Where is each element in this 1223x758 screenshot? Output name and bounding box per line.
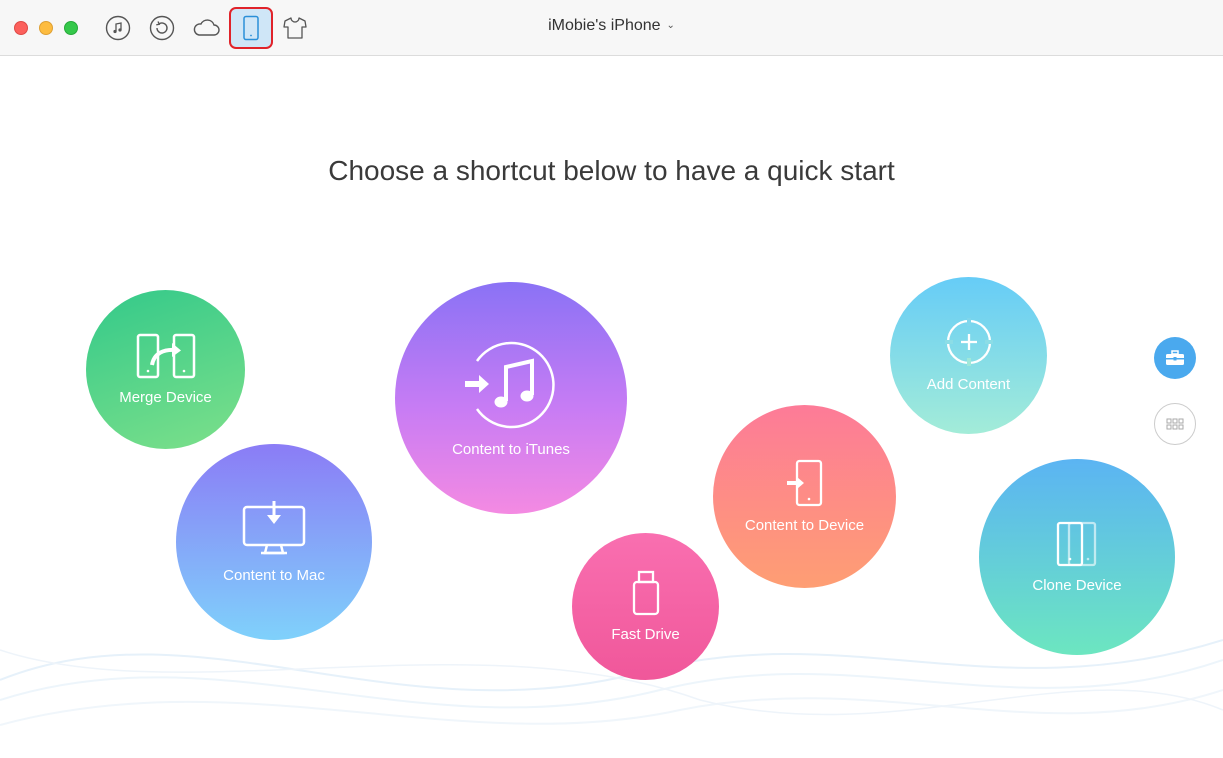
content-to-itunes-icon xyxy=(465,341,555,428)
content-to-itunes-shortcut[interactable]: Content to iTunes xyxy=(395,282,627,514)
shortcut-label: Clone Device xyxy=(1032,576,1122,594)
fast-drive-shortcut[interactable]: Fast Drive xyxy=(572,533,719,680)
shortcut-label: Add Content xyxy=(926,376,1011,393)
shortcut-label: Content to Mac xyxy=(223,566,325,584)
content-to-mac-shortcut[interactable]: Content to Mac xyxy=(176,444,372,640)
fast-drive-icon xyxy=(632,570,659,616)
toolkit-button[interactable] xyxy=(1154,337,1196,379)
app-window: iMobie's iPhone ⌄ Choose a shortcut below… xyxy=(0,0,1223,758)
merge-device-shortcut[interactable]: Merge Device xyxy=(86,290,245,449)
title-bar: iMobie's iPhone ⌄ xyxy=(0,0,1223,56)
shortcut-label: Content to iTunes xyxy=(452,440,570,458)
add-content-shortcut[interactable]: Add Content xyxy=(890,277,1047,434)
content-to-mac-icon xyxy=(242,500,306,554)
chevron-down-icon: ⌄ xyxy=(666,20,675,31)
grid-view-button[interactable] xyxy=(1154,403,1196,445)
device-name: iMobie's iPhone xyxy=(548,17,661,34)
clone-device-shortcut[interactable]: Clone Device xyxy=(979,459,1175,655)
shortcut-label: Merge Device xyxy=(119,389,212,406)
grid-icon xyxy=(1166,418,1184,430)
shortcut-label: Fast Drive xyxy=(611,626,680,643)
merge-device-icon xyxy=(136,333,195,379)
page-heading: Choose a shortcut below to have a quick … xyxy=(328,155,895,186)
content-to-device-shortcut[interactable]: Content to Device xyxy=(713,405,896,588)
device-selector[interactable]: iMobie's iPhone ⌄ xyxy=(0,17,1223,35)
clone-device-icon xyxy=(1056,521,1097,566)
toolkit-icon xyxy=(1166,350,1184,365)
content-to-device-icon xyxy=(786,459,822,507)
add-content-icon xyxy=(944,318,993,366)
shortcut-label: Content to Device xyxy=(744,517,865,534)
